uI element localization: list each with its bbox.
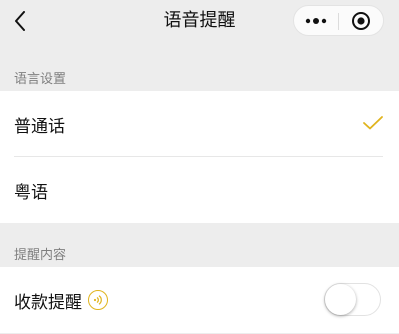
reminder-options-group: 收款提醒 [0, 267, 399, 333]
back-chevron-icon[interactable] [6, 6, 34, 36]
payment-reminder-label: 收款提醒 [14, 292, 82, 313]
language-option-label: 普通话 [14, 116, 65, 137]
navigation-bar: 语音提醒 [0, 0, 399, 44]
language-options-group: 普通话 粤语 [0, 91, 399, 223]
payment-reminder-toggle[interactable] [324, 283, 381, 316]
language-option-label: 粤语 [14, 182, 48, 203]
language-section-header: 语言设置 [14, 72, 67, 87]
mini-program-capsule [293, 5, 384, 36]
more-dots-icon[interactable] [294, 6, 338, 35]
target-close-icon[interactable] [339, 6, 383, 35]
sound-wave-icon[interactable] [88, 290, 108, 310]
language-option-cantonese[interactable]: 粤语 [0, 157, 399, 223]
toggle-knob [325, 284, 356, 315]
reminder-section-header: 提醒内容 [14, 248, 67, 263]
checkmark-icon [363, 115, 383, 134]
payment-reminder-row: 收款提醒 [0, 267, 399, 333]
language-option-mandarin[interactable]: 普通话 [0, 91, 399, 157]
